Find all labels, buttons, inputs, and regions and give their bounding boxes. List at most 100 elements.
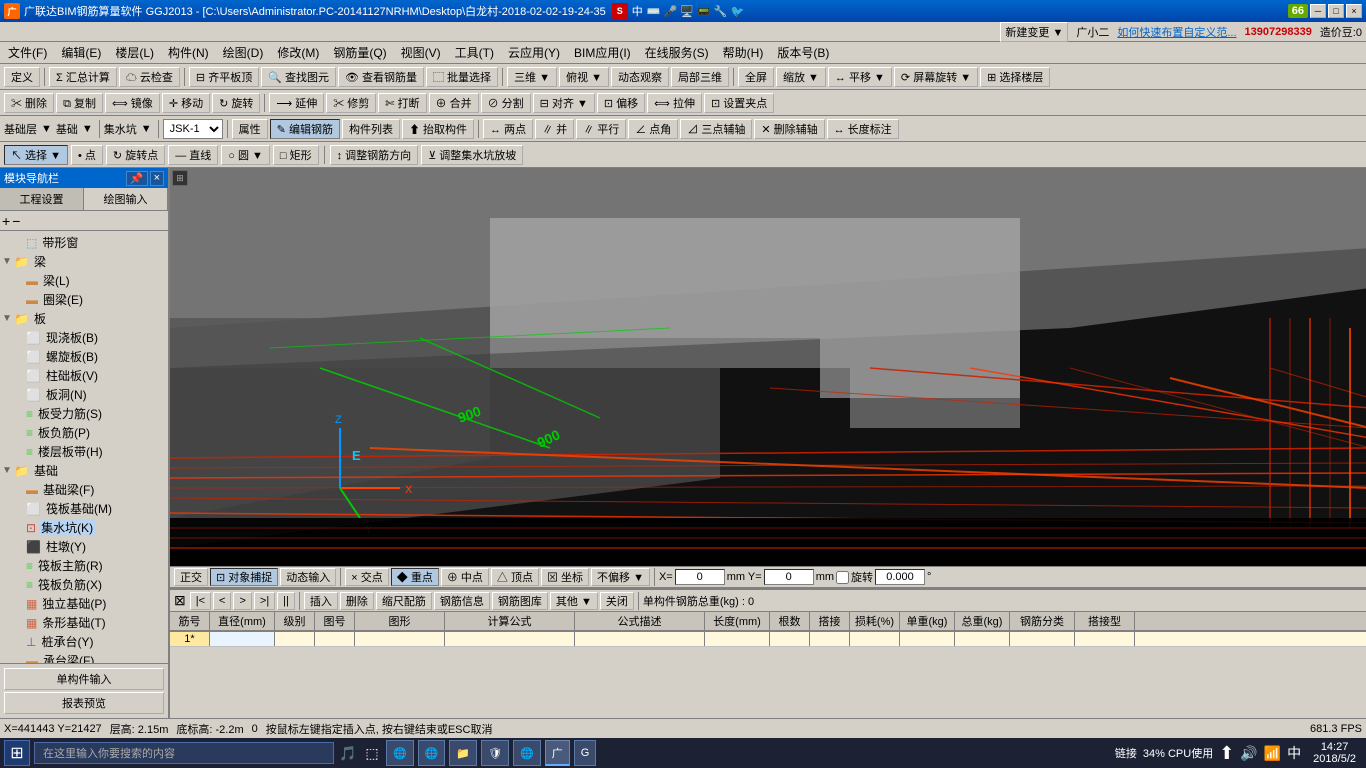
maximize-button[interactable]: □ — [1328, 4, 1344, 18]
btn-zoom[interactable]: 缩放 ▼ — [776, 67, 826, 87]
quick-set-link[interactable]: 如何快速布置自定义范... — [1117, 24, 1236, 40]
angle-input[interactable] — [875, 569, 925, 585]
btn-two-point[interactable]: ↔ 两点 — [483, 119, 533, 139]
tree-item[interactable]: ⊥桩承台(Y) — [2, 632, 166, 651]
btn-report-preview[interactable]: 报表预览 — [4, 692, 164, 714]
close-button[interactable]: × — [1346, 4, 1362, 18]
tree-item[interactable]: ⊡集水坑(K) — [2, 518, 166, 537]
btn-merge[interactable]: ⊕ 合并 — [429, 93, 479, 113]
tree-item[interactable]: ≡楼层板带(H) — [2, 442, 166, 461]
viewport[interactable]: 900 900 Z X Y E B — [170, 168, 1366, 566]
tree-item[interactable]: ⬜板洞(N) — [2, 385, 166, 404]
btn-batch-select[interactable]: ⬚ 批量选择 — [426, 67, 498, 87]
btn-top-view[interactable]: 俯视 ▼ — [559, 67, 609, 87]
btn-move[interactable]: ✛ 移动 — [162, 93, 210, 113]
menu-help[interactable]: 帮助(H) — [717, 42, 770, 63]
btn-dynamic-obs[interactable]: 动态观察 — [611, 67, 669, 87]
btn-extend[interactable]: ⟶ 延伸 — [269, 93, 324, 113]
btn-parallel[interactable]: ∥ 并 — [535, 119, 574, 139]
btn-copy[interactable]: ⧉ 复制 — [56, 93, 103, 113]
minimize-button[interactable]: ─ — [1310, 4, 1326, 18]
tree-item[interactable]: ⬜螺旋板(B) — [2, 347, 166, 366]
btn-edit-rebar[interactable]: ✎ 编辑钢筋 — [270, 119, 340, 139]
snap-dynamic[interactable]: 动态输入 — [280, 568, 336, 586]
tree-item[interactable]: ▼📁板 — [2, 309, 166, 328]
btn-delete-rebar[interactable]: 删除 — [340, 592, 374, 610]
menu-modify[interactable]: 修改(M) — [271, 42, 325, 63]
tray-network[interactable]: 📶 — [1264, 745, 1281, 762]
tree-item[interactable]: ≡板受力筋(S) — [2, 404, 166, 423]
nav-next[interactable]: > — [233, 592, 251, 610]
menu-rebar[interactable]: 钢筋量(Q) — [327, 42, 392, 63]
menu-draw[interactable]: 绘图(D) — [217, 42, 270, 63]
btn-find-elem[interactable]: 🔍 查找图元 — [261, 67, 336, 87]
btn-rotate[interactable]: ↻ 旋转 — [212, 93, 260, 113]
btn-single-part-input[interactable]: 单构件输入 — [4, 668, 164, 690]
btn-del-aux[interactable]: ✕ 删除辅轴 — [754, 119, 824, 139]
btn-grip[interactable]: ⊡ 设置夹点 — [704, 93, 774, 113]
tree-item[interactable]: ▬梁(L) — [2, 271, 166, 290]
btn-cloud-check[interactable]: ☁ 云检查 — [119, 67, 180, 87]
part-selector[interactable]: JSK-1 — [163, 119, 223, 139]
menu-bim[interactable]: BIM应用(I) — [568, 42, 637, 63]
tab-project-settings[interactable]: 工程设置 — [0, 188, 84, 210]
taskbar-edge[interactable]: 🌐 — [386, 740, 414, 766]
btn-point[interactable]: • 点 — [71, 145, 103, 165]
btn-line[interactable]: — 直线 — [168, 145, 218, 165]
btn-part-list[interactable]: 构件列表 — [342, 119, 400, 139]
btn-parallel2[interactable]: ∥ 平行 — [576, 119, 626, 139]
btn-define[interactable]: 定义 — [4, 67, 40, 87]
btn-insert-rebar[interactable]: 插入 — [304, 592, 338, 610]
btn-scale-rebar[interactable]: 缩尺配筋 — [376, 592, 432, 610]
tree-remove-btn[interactable]: − — [12, 213, 20, 229]
menu-edit[interactable]: 编辑(E) — [55, 42, 107, 63]
tab-draw-input[interactable]: 绘图输入 — [84, 188, 168, 210]
btn-stretch[interactable]: ⟺ 拉伸 — [647, 93, 702, 113]
menu-tools[interactable]: 工具(T) — [449, 42, 500, 63]
tree-item[interactable]: ▼📁梁 — [2, 252, 166, 271]
start-button[interactable]: ⊞ — [4, 740, 30, 766]
nav-last[interactable]: >| — [254, 592, 275, 610]
btn-pan[interactable]: ↔ 平移 ▼ — [828, 67, 892, 87]
tree-item[interactable]: ≡板负筋(P) — [2, 423, 166, 442]
btn-trim[interactable]: ✂ 修剪 — [326, 93, 376, 113]
rotate-checkbox[interactable] — [836, 571, 849, 584]
btn-select-layer[interactable]: ⊞ 选择楼层 — [980, 67, 1050, 87]
nav-prev[interactable]: < — [213, 592, 231, 610]
panel-pin[interactable]: 📌 — [126, 171, 148, 186]
tree-item[interactable]: ⬚带形窗 — [2, 233, 166, 252]
taskbar-explorer[interactable]: 📁 — [449, 740, 477, 766]
new-change-btn[interactable]: 新建变更 ▼ — [1000, 22, 1068, 42]
menu-version[interactable]: 版本号(B) — [771, 42, 835, 63]
rebar-row[interactable]: 1* — [170, 632, 1366, 647]
tree-item[interactable]: ▬承台梁(F) — [2, 651, 166, 663]
nav-stop[interactable]: || — [277, 592, 295, 610]
btn-properties[interactable]: 属性 — [232, 119, 268, 139]
btn-break[interactable]: ✄ 打断 — [378, 93, 426, 113]
btn-adj-pit-slope[interactable]: ⊻ 调整集水坑放坡 — [421, 145, 523, 165]
menu-online[interactable]: 在线服务(S) — [639, 42, 715, 63]
panel-resize-icon[interactable]: ⊠ — [174, 592, 186, 609]
btn-align-top[interactable]: ⊟ 齐平板顶 — [189, 67, 259, 87]
tree-item[interactable]: ▦条形基础(T) — [2, 613, 166, 632]
tree-item[interactable]: ▬基础梁(F) — [2, 480, 166, 499]
tree-item[interactable]: ⬛柱墩(Y) — [2, 537, 166, 556]
tree-item[interactable]: ⬜柱础板(V) — [2, 366, 166, 385]
snap-center[interactable]: ⊕ 中点 — [441, 568, 489, 586]
tree-item[interactable]: ⬜现浇板(B) — [2, 328, 166, 347]
tree-item[interactable]: ▬圈梁(E) — [2, 290, 166, 309]
btn-view-rebar[interactable]: 👁 查看钢筋量 — [338, 67, 424, 87]
cell-diameter[interactable] — [210, 632, 275, 646]
viewport-corner-btn[interactable]: ⊞ — [172, 170, 188, 186]
btn-three-pt[interactable]: ⊿ 三点辅轴 — [680, 119, 752, 139]
btn-delete[interactable]: ✂ 删除 — [4, 93, 54, 113]
btn-adj-rebar-dir[interactable]: ↕ 调整钢筋方向 — [330, 145, 419, 165]
search-box[interactable]: 在这里输入你要搜索的内容 — [34, 742, 334, 764]
snap-midpoint[interactable]: ◆ 重点 — [391, 568, 439, 586]
btn-other[interactable]: 其他 ▼ — [550, 592, 598, 610]
btn-3d[interactable]: 三维 ▼ — [507, 67, 557, 87]
menu-part[interactable]: 构件(N) — [162, 42, 215, 63]
btn-select[interactable]: ↖ 选择 ▼ — [4, 145, 68, 165]
btn-rebar-lib[interactable]: 钢筋图库 — [492, 592, 548, 610]
btn-rebar-info[interactable]: 钢筋信息 — [434, 592, 490, 610]
